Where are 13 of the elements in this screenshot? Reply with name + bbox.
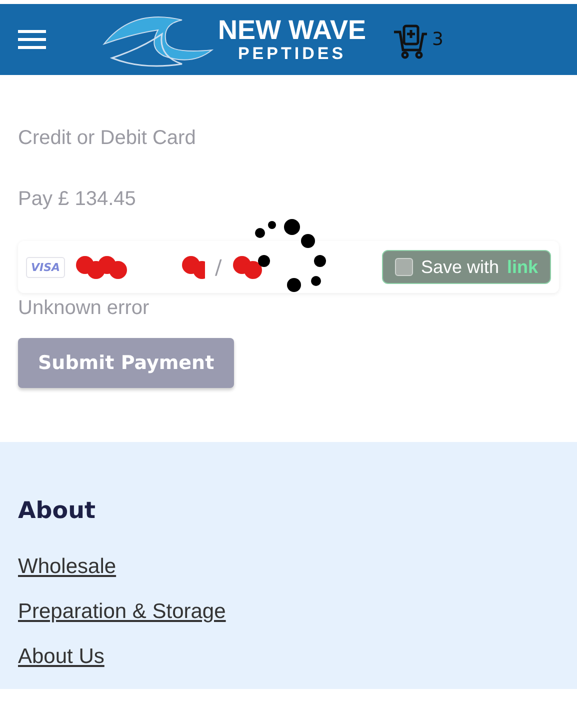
footer-link[interactable]: About Us bbox=[18, 645, 559, 669]
payment-heading: Credit or Debit Card bbox=[18, 127, 197, 150]
cart-count: 3 bbox=[432, 29, 444, 50]
payment-amount: Pay £ 134.45 bbox=[18, 188, 137, 211]
card-brand: VISA bbox=[26, 256, 66, 278]
footer-heading: About bbox=[18, 498, 96, 524]
brand-name: NEW WAVE bbox=[218, 16, 366, 44]
brand-tagline: PEPTIDES bbox=[238, 44, 346, 64]
expiry-separator: / bbox=[215, 255, 222, 279]
footer-link[interactable]: Preparation & Storage bbox=[18, 600, 559, 624]
menu-icon[interactable] bbox=[18, 28, 46, 50]
error-message: Unknown error bbox=[18, 297, 150, 320]
footer-link[interactable]: Wholesale bbox=[18, 555, 559, 579]
